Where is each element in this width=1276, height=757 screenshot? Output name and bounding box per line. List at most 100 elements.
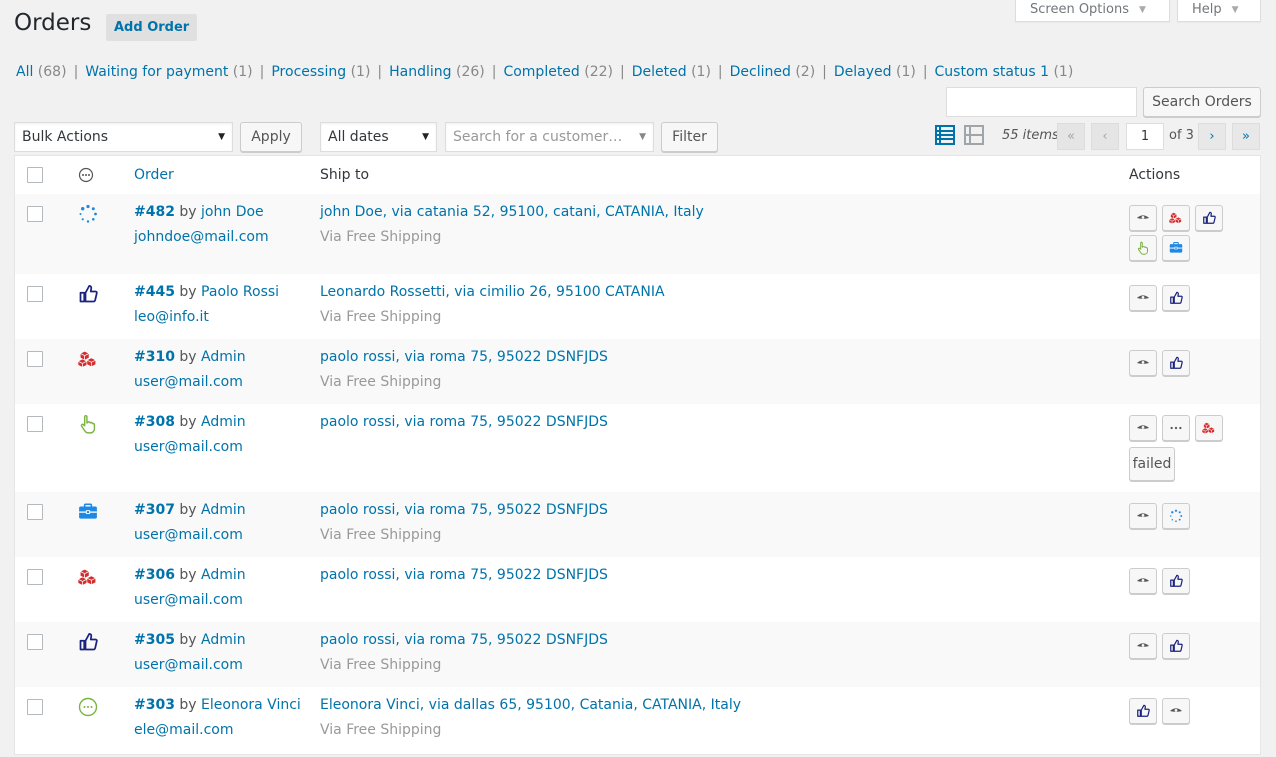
ship-to-address[interactable]: john Doe, via catania 52, 95100, catani,… [320, 204, 704, 220]
action-boxes-button[interactable] [1195, 415, 1223, 441]
row-checkbox[interactable] [27, 569, 43, 585]
status-link-processing[interactable]: Processing (1) [271, 64, 370, 80]
action-thumbs-up-button[interactable] [1129, 698, 1157, 724]
prev-page-button[interactable]: ‹ [1091, 123, 1119, 150]
action-briefcase-button[interactable] [1162, 235, 1190, 261]
action-boxes-button[interactable] [1162, 205, 1190, 231]
excerpt-view-icon[interactable] [964, 125, 984, 145]
action-eye-button[interactable] [1129, 503, 1157, 529]
row-checkbox[interactable] [27, 416, 43, 432]
customer-link[interactable]: john Doe [201, 204, 264, 220]
ship-to-address[interactable]: paolo rossi, via roma 75, 95022 DSNFJDS [320, 414, 608, 430]
order-number-link[interactable]: #445 [134, 284, 175, 300]
customer-email-link[interactable]: user@mail.com [134, 439, 243, 455]
customer-email-link[interactable]: leo@info.it [134, 309, 209, 325]
action-failed-button[interactable]: failed [1129, 447, 1175, 481]
ship-to-address[interactable]: paolo rossi, via roma 75, 95022 DSNFJDS [320, 349, 608, 365]
customer-email-link[interactable]: user@mail.com [134, 374, 243, 390]
select-all-checkbox[interactable] [27, 167, 43, 183]
current-page-input[interactable]: 1 [1126, 123, 1164, 150]
customer-link[interactable]: Admin [201, 414, 246, 430]
action-eye-button[interactable] [1129, 205, 1157, 231]
status-link-count: (68) [33, 64, 67, 80]
customer-email-link[interactable]: user@mail.com [134, 657, 243, 673]
order-number-link[interactable]: #305 [134, 632, 175, 648]
status-link-count: (1) [228, 64, 253, 80]
search-orders-button[interactable]: Search Orders [1143, 87, 1261, 117]
row-checkbox[interactable] [27, 699, 43, 715]
order-by: by [179, 349, 197, 365]
order-number-link[interactable]: #306 [134, 567, 175, 583]
status-link-waiting-for-payment[interactable]: Waiting for payment (1) [85, 64, 252, 80]
customer-search-select[interactable]: Search for a customer… ▼ [445, 122, 654, 152]
order-by: by [179, 697, 197, 713]
order-by: by [179, 414, 197, 430]
page-title: Orders [14, 10, 92, 36]
customer-email-link[interactable]: ele@mail.com [134, 722, 233, 738]
customer-email-link[interactable]: user@mail.com [134, 527, 243, 543]
customer-link[interactable]: Admin [201, 632, 246, 648]
status-link-completed[interactable]: Completed (22) [503, 64, 613, 80]
customer-email-link[interactable]: johndoe@mail.com [134, 229, 269, 245]
bulk-actions-select[interactable]: Bulk Actions ▼ [14, 122, 233, 152]
action-eye-button[interactable] [1129, 350, 1157, 376]
status-link-declined[interactable]: Declined (2) [730, 64, 816, 80]
status-link-custom-status-1[interactable]: Custom status 1 (1) [935, 64, 1074, 80]
dates-select[interactable]: All dates ▼ [320, 122, 437, 152]
status-link-deleted[interactable]: Deleted (1) [632, 64, 711, 80]
action-ellipsis-button[interactable] [1162, 415, 1190, 441]
ship-to-address[interactable]: paolo rossi, via roma 75, 95022 DSNFJDS [320, 632, 608, 648]
customer-link[interactable]: Paolo Rossi [201, 284, 279, 300]
customer-link[interactable]: Admin [201, 349, 246, 365]
customer-search-placeholder: Search for a customer… [453, 129, 623, 145]
thumbs-up-icon [1170, 291, 1183, 304]
action-spinner-button[interactable] [1162, 503, 1190, 529]
row-checkbox[interactable] [27, 206, 43, 222]
list-view-icon[interactable] [935, 125, 955, 145]
ship-to-address[interactable]: paolo rossi, via roma 75, 95022 DSNFJDS [320, 567, 608, 583]
action-eye-button[interactable] [1129, 415, 1157, 441]
ship-to-address[interactable]: paolo rossi, via roma 75, 95022 DSNFJDS [320, 502, 608, 518]
status-link-delayed[interactable]: Delayed (1) [834, 64, 916, 80]
status-link-handling[interactable]: Handling (26) [389, 64, 485, 80]
row-checkbox[interactable] [27, 504, 43, 520]
order-number-link[interactable]: #307 [134, 502, 175, 518]
action-hand-pointer-button[interactable] [1129, 235, 1157, 261]
action-thumbs-up-button[interactable] [1162, 633, 1190, 659]
order-number-link[interactable]: #482 [134, 204, 175, 220]
action-eye-button[interactable] [1129, 285, 1157, 311]
ship-to-address[interactable]: Leonardo Rossetti, via cimilio 26, 95100… [320, 284, 665, 300]
order-column-header[interactable]: Order [134, 167, 174, 183]
row-checkbox[interactable] [27, 351, 43, 367]
action-eye-button[interactable] [1129, 633, 1157, 659]
filter-button[interactable]: Filter [661, 122, 718, 152]
row-checkbox[interactable] [27, 286, 43, 302]
last-page-button[interactable]: » [1232, 123, 1260, 150]
action-thumbs-up-button[interactable] [1162, 568, 1190, 594]
next-page-button[interactable]: › [1198, 123, 1226, 150]
screen-options-button[interactable]: Screen Options ▼ [1015, 0, 1170, 22]
action-thumbs-up-button[interactable] [1195, 205, 1223, 231]
action-thumbs-up-button[interactable] [1162, 285, 1190, 311]
status-link-all[interactable]: All (68) [16, 64, 67, 80]
status-link-label: Processing [271, 64, 347, 80]
add-order-button[interactable]: Add Order [106, 14, 198, 41]
caret-down-icon: ▼ [218, 132, 225, 142]
action-thumbs-up-button[interactable] [1162, 350, 1190, 376]
order-number-link[interactable]: #308 [134, 414, 175, 430]
row-checkbox[interactable] [27, 634, 43, 650]
customer-link[interactable]: Eleonora Vinci [201, 697, 301, 713]
apply-button[interactable]: Apply [240, 122, 302, 152]
order-number-link[interactable]: #303 [134, 697, 175, 713]
order-number-link[interactable]: #310 [134, 349, 175, 365]
action-eye-button[interactable] [1129, 568, 1157, 594]
customer-email-link[interactable]: user@mail.com [134, 592, 243, 608]
customer-link[interactable]: Admin [201, 567, 246, 583]
status-link-count: (1) [1049, 64, 1074, 80]
customer-link[interactable]: Admin [201, 502, 246, 518]
action-eye-button[interactable] [1162, 698, 1190, 724]
first-page-button[interactable]: « [1057, 123, 1085, 150]
ship-to-address[interactable]: Eleonora Vinci, via dallas 65, 95100, Ca… [320, 697, 741, 713]
help-button[interactable]: Help ▼ [1177, 0, 1261, 22]
search-input[interactable] [946, 87, 1137, 117]
